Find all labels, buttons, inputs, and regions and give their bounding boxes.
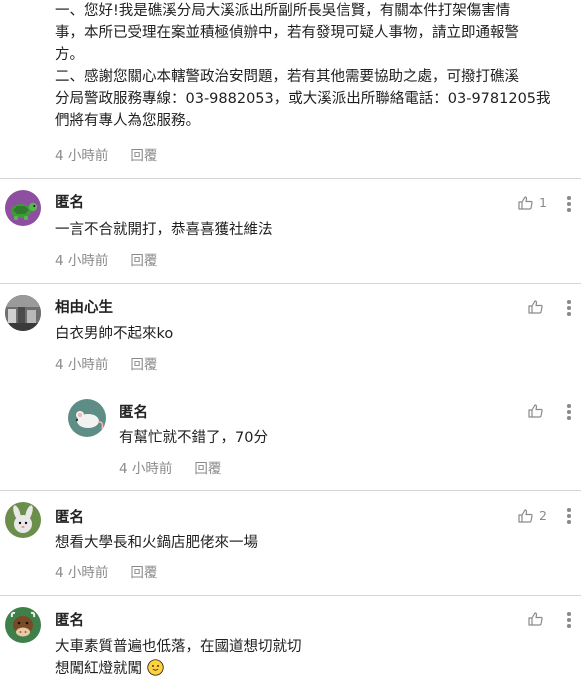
thumbs-up-icon (528, 404, 543, 418)
like-button[interactable]: 1 (518, 195, 547, 210)
comment-text-line: 們將有專人為您服務。 (55, 113, 200, 129)
comment-text: 想看大學長和火鍋店肥佬來一場 (55, 535, 258, 551)
more-options-icon[interactable] (566, 508, 572, 524)
smiling-face-emoji (146, 659, 164, 676)
comment-author: 匿名 (55, 613, 84, 629)
comment-text: 白衣男帥不起來ko (55, 326, 174, 342)
comment-time: 4 小時前 (119, 461, 173, 477)
thumbs-up-icon (518, 195, 533, 210)
divider (0, 595, 581, 596)
comment-time: 4 小時前 (55, 357, 109, 373)
reply-button[interactable]: 回覆 (130, 357, 157, 373)
comment-text: 大車素質普遍也低落，在國道想切就切 (55, 639, 302, 655)
like-button[interactable]: 2 (518, 508, 547, 523)
comment-text: 有幫忙就不錯了，70分 (119, 430, 268, 446)
comment-author: 匿名 (119, 405, 148, 421)
thumbs-up-icon (518, 508, 533, 523)
more-options-icon[interactable] (566, 612, 572, 628)
more-options-icon[interactable] (566, 300, 572, 316)
cow-icon (5, 607, 41, 643)
comment-author: 匿名 (55, 510, 84, 526)
comment-text-line: 事，本所已受理在案並積極偵辦中，若有發現可疑人事物，請立即通報警 (55, 25, 519, 41)
comment-time: 4 小時前 (55, 565, 109, 581)
thumbs-up-icon (528, 612, 543, 626)
like-button[interactable] (528, 404, 543, 418)
comment-time: 4 小時前 (55, 253, 109, 269)
comment-meta: 4 小時前 回覆 (119, 457, 243, 477)
reply-button[interactable]: 回覆 (130, 253, 157, 269)
like-button[interactable] (528, 300, 543, 314)
comment-meta: 4 小時前 回覆 (55, 144, 179, 164)
rabbit-icon (5, 502, 41, 538)
comment-text-line: 分局警政服務專線：03-9882053，或大溪派出所聯絡電話：03-978120… (55, 91, 551, 107)
reply-button[interactable]: 回覆 (130, 565, 157, 581)
comment-time: 4 小時前 (55, 148, 109, 164)
comment-meta: 4 小時前 回覆 (55, 249, 179, 269)
comment-text: 想闖紅燈就闖 (55, 661, 142, 677)
comment-author: 相由心生 (55, 300, 113, 316)
comment-author: 匿名 (55, 195, 84, 211)
comment-text-line: 想闖紅燈就闖 (55, 658, 164, 680)
reply-button[interactable]: 回覆 (130, 148, 157, 164)
like-button[interactable] (528, 612, 543, 626)
comment-text-line: 二、感謝您關心本轄警政治安問題，若有其他需要協助之處，可撥打礁溪 (55, 69, 519, 85)
comment-text-line: 方。 (55, 47, 84, 63)
more-options-icon[interactable] (566, 196, 572, 212)
reply-button[interactable]: 回覆 (194, 461, 221, 477)
comment-meta: 4 小時前 回覆 (55, 561, 179, 581)
rat-icon (68, 399, 106, 437)
turtle-icon (5, 190, 41, 226)
photo-avatar (5, 295, 41, 331)
divider (0, 490, 581, 491)
comment-meta: 4 小時前 回覆 (55, 353, 179, 373)
more-options-icon[interactable] (566, 404, 572, 420)
thumbs-up-icon (528, 300, 543, 314)
like-count: 2 (539, 508, 547, 523)
divider (0, 178, 581, 179)
divider (0, 283, 581, 284)
like-count: 1 (539, 195, 547, 210)
comment-text-line: 一、您好!我是礁溪分局大溪派出所副所長吳信賢，有關本件打架傷害情 (55, 3, 511, 19)
comment-text: 一言不合就開打，恭喜喜獲社維法 (55, 222, 273, 238)
